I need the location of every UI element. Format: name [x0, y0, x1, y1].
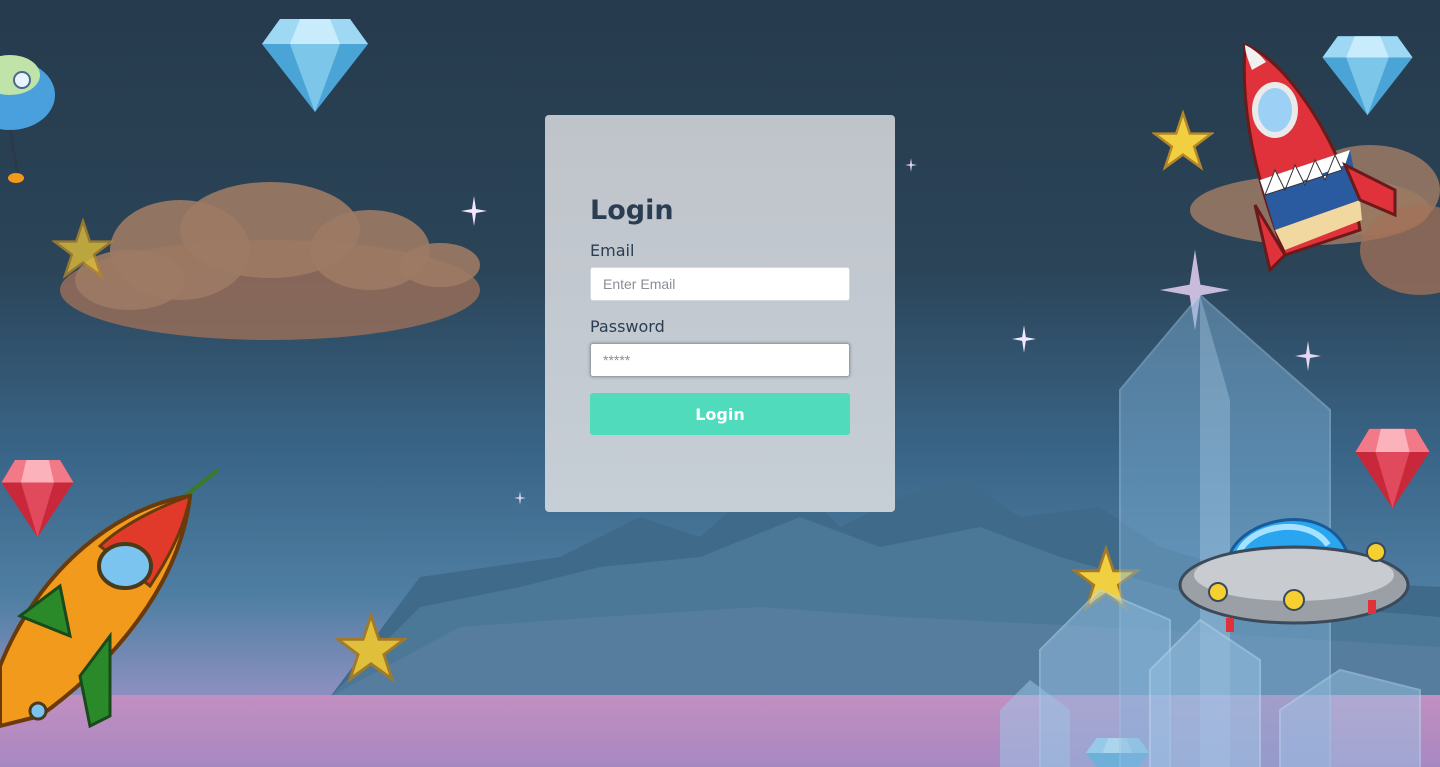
login-title: Login [590, 195, 674, 226]
star-icon [1152, 110, 1214, 171]
ufo-icon [1178, 518, 1410, 632]
sparkle-icon [905, 158, 917, 172]
star-icon [52, 218, 114, 279]
diamond-icon [262, 19, 368, 112]
star-icon [335, 612, 407, 683]
email-field[interactable] [590, 267, 850, 301]
ufo-icon [0, 55, 55, 183]
login-button[interactable]: Login [590, 393, 850, 435]
sparkle-icon [461, 196, 487, 226]
email-label: Email [590, 241, 635, 260]
password-field[interactable] [590, 343, 850, 377]
rocket-icon [0, 468, 220, 729]
login-card: Login Email Password Login [545, 115, 895, 512]
sparkle-icon [514, 491, 526, 505]
password-label: Password [590, 317, 665, 336]
rocket-icon [1242, 42, 1397, 273]
